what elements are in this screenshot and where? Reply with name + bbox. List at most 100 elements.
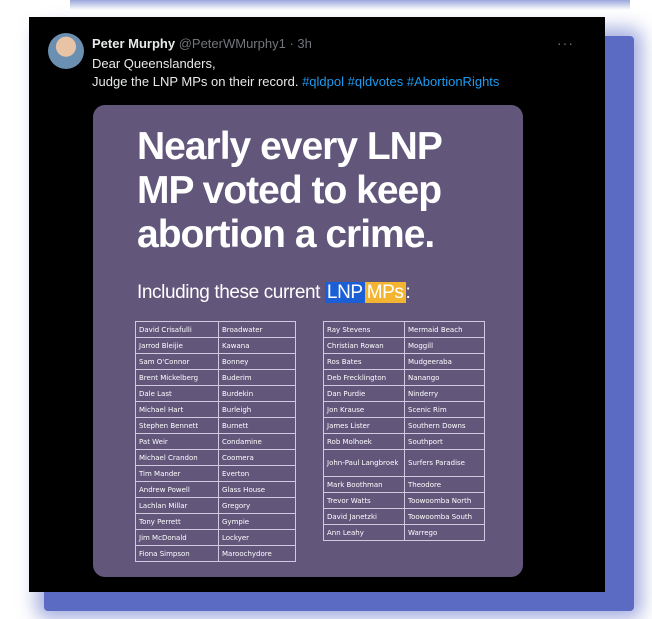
avatar[interactable] <box>48 33 84 69</box>
table-row: Ray Stevens Mermaid Beach <box>323 321 485 338</box>
mp-name-cell: Tim Mander <box>135 465 219 482</box>
subheading-prefix: Including these current <box>137 282 321 303</box>
mp-name-cell: James Lister <box>323 417 405 434</box>
author-name[interactable]: Peter Murphy <box>92 36 175 51</box>
lnp-highlight: LNP <box>324 282 365 303</box>
tweet-line-2: Judge the LNP MPs on their record. #qldp… <box>92 73 499 91</box>
table-row: Sam O'Connor Bonney <box>135 353 296 370</box>
electorate-cell: Southern Downs <box>404 417 485 434</box>
electorate-cell: Ninderry <box>404 385 485 402</box>
tweet-line-1: Dear Queenslanders, <box>92 56 216 71</box>
electorate-cell: Maroochydore <box>218 545 296 562</box>
tweet-card: Peter Murphy @PeterWMurphy1 · 3h ··· Dea… <box>29 17 605 592</box>
table-row: Dale Last Burdekin <box>135 385 296 402</box>
table-row: Stephen Bennett Burnett <box>135 417 296 434</box>
table-row: Fiona Simpson Maroochydore <box>135 545 296 562</box>
table-row: Rob Molhoek Southport <box>323 433 485 450</box>
mp-name-cell: Ann Leahy <box>323 524 405 541</box>
tweet-header: Peter Murphy @PeterWMurphy1 · 3h <box>92 36 312 51</box>
mp-name-cell: Dan Purdie <box>323 385 405 402</box>
hashtag-abortionrights[interactable]: #AbortionRights <box>407 74 500 89</box>
hashtag-qldvotes[interactable]: #qldvotes <box>348 74 404 89</box>
table-row: Trevor Watts Toowoomba North <box>323 492 485 509</box>
more-options-icon[interactable]: ··· <box>557 35 574 51</box>
table-row: Pat Weir Condamine <box>135 433 296 450</box>
electorate-cell: Buderim <box>218 369 296 386</box>
mp-name-cell: Trevor Watts <box>323 492 405 509</box>
table-row: Ros Bates Mudgeeraba <box>323 353 485 370</box>
table-row: Dan Purdie Ninderry <box>323 385 485 402</box>
table-row: Christian Rowan Moggill <box>323 337 485 354</box>
mp-name-cell: Christian Rowan <box>323 337 405 354</box>
tweet-line-2-text: Judge the LNP MPs on their record. <box>92 74 299 89</box>
mp-name-cell: Andrew Powell <box>135 481 219 498</box>
table-row: Ann Leahy Warrego <box>323 524 485 541</box>
mp-name-cell: Mark Boothman <box>323 476 405 493</box>
table-row: David Janetzki Toowoomba South <box>323 508 485 525</box>
table-row: Tony Perrett Gympie <box>135 513 296 530</box>
electorate-cell: Surfers Paradise <box>404 449 485 477</box>
electorate-cell: Coomera <box>218 449 296 466</box>
mp-name-cell: Jon Krause <box>323 401 405 418</box>
mp-name-cell: Brent Mickelberg <box>135 369 219 386</box>
hashtag-qldpol[interactable]: #qldpol <box>302 74 344 89</box>
electorate-cell: Glass House <box>218 481 296 498</box>
electorate-cell: Gregory <box>218 497 296 514</box>
mp-name-cell: Jim McDonald <box>135 529 219 546</box>
electorate-cell: Warrego <box>404 524 485 541</box>
electorate-cell: Lockyer <box>218 529 296 546</box>
electorate-cell: Theodore <box>404 476 485 493</box>
table-row: Jim McDonald Lockyer <box>135 529 296 546</box>
electorate-cell: Mudgeeraba <box>404 353 485 370</box>
mp-name-cell: Deb Frecklington <box>323 369 405 386</box>
electorate-cell: Toowoomba South <box>404 508 485 525</box>
electorate-cell: Mermaid Beach <box>404 321 485 338</box>
mp-name-cell: John-Paul Langbroek <box>323 449 405 477</box>
electorate-cell: Condamine <box>218 433 296 450</box>
electorate-cell: Broadwater <box>218 321 296 338</box>
table-row: Mark Boothman Theodore <box>323 476 485 493</box>
subheading-suffix: : <box>405 282 411 303</box>
table-row: Jon Krause Scenic Rim <box>323 401 485 418</box>
mp-name-cell: Lachlan Millar <box>135 497 219 514</box>
electorate-cell: Bonney <box>218 353 296 370</box>
electorate-cell: Nanango <box>404 369 485 386</box>
tweet-text: Dear Queenslanders, Judge the LNP MPs on… <box>92 55 499 91</box>
table-row: James Lister Southern Downs <box>323 417 485 434</box>
electorate-cell: Toowoomba North <box>404 492 485 509</box>
mp-name-cell: Jarrod Bleijie <box>135 337 219 354</box>
electorate-cell: Scenic Rim <box>404 401 485 418</box>
mp-name-cell: Fiona Simpson <box>135 545 219 562</box>
table-row: Jarrod Bleijie Kawana <box>135 337 296 354</box>
electorate-cell: Burleigh <box>218 401 296 418</box>
electorate-cell: Burdekin <box>218 385 296 402</box>
mp-table-left: David Crisafulli Broadwater Jarrod Bleijie… <box>135 321 296 562</box>
tweet-image[interactable]: Nearly every LNP MP voted to keep aborti… <box>93 105 523 577</box>
electorate-cell: Burnett <box>218 417 296 434</box>
electorate-cell: Kawana <box>218 337 296 354</box>
mp-name-cell: Michael Crandon <box>135 449 219 466</box>
mp-name-cell: Pat Weir <box>135 433 219 450</box>
mp-name-cell: Dale Last <box>135 385 219 402</box>
table-row: Tim Mander Everton <box>135 465 296 482</box>
tweet-time[interactable]: · 3h <box>289 36 311 51</box>
mps-highlight: MPs <box>364 282 406 303</box>
image-subheading: Including these current LNP MPs: <box>137 282 411 304</box>
table-row: Michael Crandon Coomera <box>135 449 296 466</box>
table-row: Andrew Powell Glass House <box>135 481 296 498</box>
mp-name-cell: Ray Stevens <box>323 321 405 338</box>
author-handle[interactable]: @PeterWMurphy1 <box>179 36 286 51</box>
mp-table-right: Ray Stevens Mermaid Beach Christian Rowan M… <box>323 321 485 541</box>
electorate-cell: Moggill <box>404 337 485 354</box>
mp-name-cell: David Crisafulli <box>135 321 219 338</box>
mp-name-cell: Michael Hart <box>135 401 219 418</box>
table-row: Brent Mickelberg Buderim <box>135 369 296 386</box>
mp-name-cell: Ros Bates <box>323 353 405 370</box>
mp-name-cell: Tony Perrett <box>135 513 219 530</box>
top-glow <box>70 0 630 10</box>
electorate-cell: Everton <box>218 465 296 482</box>
mp-name-cell: Sam O'Connor <box>135 353 219 370</box>
table-row: John-Paul Langbroek Surfers Paradise <box>323 449 485 477</box>
table-row: Michael Hart Burleigh <box>135 401 296 418</box>
image-headline: Nearly every LNP MP voted to keep aborti… <box>137 125 442 256</box>
